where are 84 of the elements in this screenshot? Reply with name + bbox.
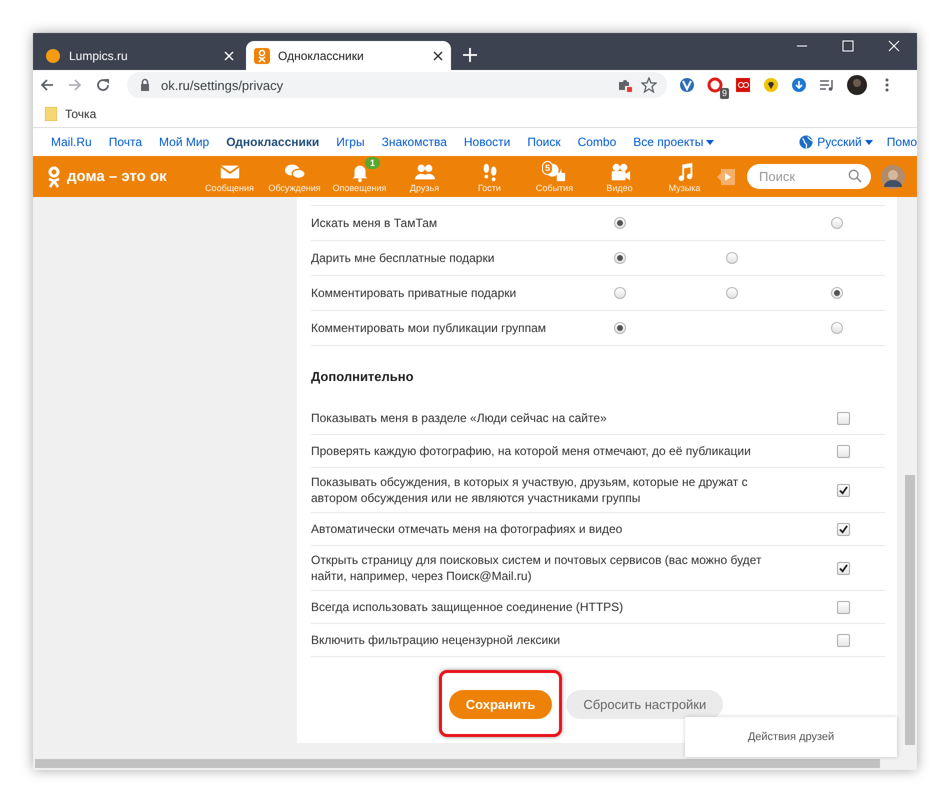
close-tab-icon[interactable] (433, 50, 443, 60)
checkbox[interactable] (836, 412, 850, 424)
radio-button[interactable] (726, 252, 738, 264)
setting-label: Комментировать приватные подарки (311, 286, 518, 300)
address-bar[interactable]: ok.ru/settings/privacy (127, 72, 667, 98)
puzzle-icon[interactable] (617, 77, 633, 93)
checkbox[interactable] (836, 444, 850, 458)
portal-link[interactable]: Mail.Ru (51, 135, 92, 149)
setting-label: Комментировать мои публикации группам (311, 321, 548, 335)
portal-link[interactable]: Мой Мир (159, 135, 210, 149)
reload-button[interactable] (95, 77, 111, 93)
setting-label: Показывать обсуждения, в которых я участвую, друзьям, которые не дружат с автором обсуждения или не являются участниками группы (311, 474, 749, 506)
count-badge: 5 (542, 160, 554, 174)
ok-icon (254, 48, 270, 64)
checkbox[interactable] (836, 522, 850, 536)
portal-link[interactable]: Новости (464, 135, 510, 149)
checkbox[interactable] (836, 634, 850, 646)
user-avatar[interactable] (881, 164, 905, 188)
portal-link[interactable]: Все проекты (633, 135, 714, 149)
nav-label: Друзья (410, 182, 440, 192)
setting-label: Всегда использовать защищенное соединение (HTTPS) (311, 599, 624, 615)
nav-label: Музыка (668, 182, 700, 192)
new-tab-icon[interactable] (463, 48, 477, 62)
scrollbar-thumb[interactable] (35, 759, 880, 768)
setting-label: Автоматически отмечать меня на фотографиях и видео (311, 521, 624, 537)
nav-label: Оповещения (332, 182, 386, 192)
radio-button[interactable] (614, 252, 626, 264)
globe-icon (799, 135, 814, 149)
help-link[interactable]: Помо (886, 135, 917, 149)
setting-label: Дарить мне бесплатные подарки (311, 251, 496, 265)
search-field[interactable]: Поиск (747, 164, 871, 189)
radio-button[interactable] (830, 287, 842, 299)
nav-label: Обсуждения (268, 182, 321, 192)
nav-label: Видео (606, 182, 633, 192)
portal-link[interactable]: Поиск (527, 135, 561, 149)
setting-label: Проверять каждую фотографию, на которой меня отмечают, до её публикации (311, 443, 752, 459)
browser-tab[interactable]: Lumpics.ru (37, 41, 242, 70)
scrollbar-thumb[interactable] (905, 475, 915, 745)
extension-badge: 9 (720, 88, 729, 99)
checkbox[interactable] (836, 600, 850, 614)
browser-tab[interactable]: Одноклассники (246, 41, 451, 70)
radio-button[interactable] (830, 217, 842, 229)
portal-link[interactable]: Одноклассники (226, 135, 320, 149)
portal-link[interactable]: Combo (578, 135, 616, 149)
site-slogan: дома – это ок (67, 168, 167, 185)
extension-icon[interactable] (735, 77, 751, 93)
caret-icon (864, 140, 873, 144)
popup-panel[interactable]: Действия друзей (685, 717, 897, 757)
profile-avatar[interactable] (847, 75, 867, 95)
setting-label: Включить фильтрацию нецензурной лексики (311, 632, 562, 648)
setting-label: Показывать меня в разделе «Люди сейчас на сайте» (311, 410, 608, 426)
caret-icon (706, 140, 714, 144)
language-link[interactable]: Русский (817, 135, 873, 149)
site-favicon (45, 48, 61, 64)
bookmark-link[interactable]: Точка (65, 106, 96, 120)
download-icon[interactable] (791, 77, 807, 93)
nav-label: События (536, 182, 574, 192)
portal-link[interactable]: Почта (108, 135, 142, 149)
v-shield-icon[interactable] (679, 77, 695, 93)
setting-label: Открыть страницу для поисковых систем и почтовых сервисов (вас можно будет найти, например, через Поиск@Mail.ru) (311, 552, 762, 584)
count-badge: 1 (365, 156, 380, 168)
portal-link[interactable]: Знакомства (382, 135, 447, 149)
star-icon[interactable] (641, 77, 657, 93)
setting-label: Искать меня в ТамТам (311, 216, 438, 230)
checkbox[interactable] (836, 562, 850, 574)
radio-button[interactable] (614, 217, 626, 229)
ok-logo-icon (47, 166, 61, 188)
popup-title: Действия друзей (748, 731, 834, 743)
reset-button[interactable]: Сбросить настройки (566, 690, 724, 719)
folder-icon (45, 106, 57, 120)
section-title: Дополнительно (311, 345, 885, 402)
radio-button[interactable] (726, 287, 738, 299)
radio-button[interactable] (614, 322, 626, 334)
checkbox[interactable] (836, 484, 850, 496)
radio-button[interactable] (614, 287, 626, 299)
radio-button[interactable] (830, 322, 842, 334)
back-button[interactable] (39, 77, 55, 93)
ring-icon[interactable] (707, 77, 723, 93)
nav-label: Сообщения (205, 182, 254, 192)
nav-label: Гости (478, 182, 501, 192)
portal-link[interactable]: Игры (336, 135, 365, 149)
url-text: ok.ru/settings/privacy (161, 78, 284, 92)
media-list-icon[interactable] (819, 77, 835, 93)
search-icon (848, 169, 862, 183)
